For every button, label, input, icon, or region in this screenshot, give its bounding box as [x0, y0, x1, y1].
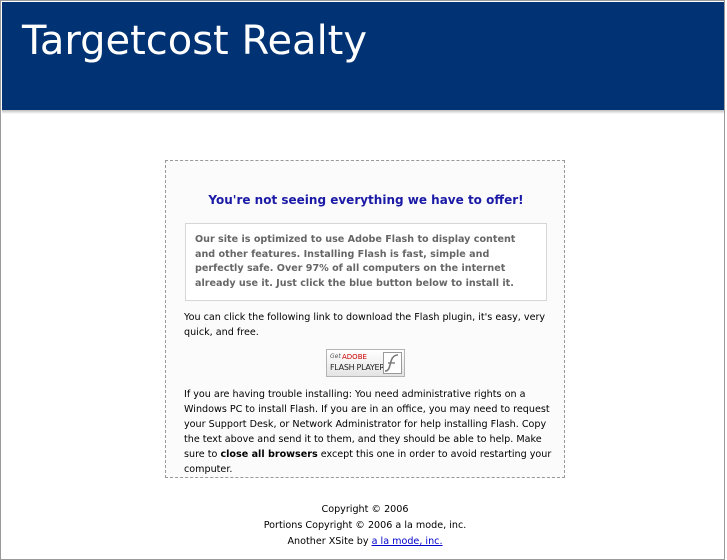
- flash-info-box: Our site is optimized to use Adobe Flash…: [185, 223, 547, 301]
- flash-badge-get-text: Get: [330, 353, 341, 360]
- copyright-text: Copyright © 2006: [321, 504, 409, 515]
- troubleshooting-text: If you are having trouble installing: Yo…: [184, 387, 556, 477]
- flash-badge-adobe-text: ADOBE: [342, 353, 367, 361]
- close-browsers-emphasis: close all browsers: [220, 449, 318, 460]
- site-title: Targetcost Realty: [22, 18, 368, 64]
- xsite-prefix: Another XSite by: [287, 536, 372, 547]
- header-divider: [2, 110, 724, 114]
- get-flash-player-button[interactable]: Get ADOBE FLASH PLAYER: [326, 349, 405, 377]
- flash-notice-box: You're not seeing everything we have to …: [165, 160, 565, 478]
- flash-logo-icon: [383, 352, 402, 374]
- download-instructions: You can click the following link to down…: [184, 312, 546, 338]
- flash-badge-player-text: FLASH PLAYER: [330, 363, 385, 372]
- notice-heading: You're not seeing everything we have to …: [208, 193, 524, 207]
- a-la-mode-link[interactable]: a la mode, inc.: [372, 536, 443, 547]
- flash-info-text: Our site is optimized to use Adobe Flash…: [195, 234, 516, 289]
- site-header: Targetcost Realty: [2, 2, 724, 110]
- portions-copyright-text: Portions Copyright © 2006 a la mode, inc…: [263, 520, 467, 531]
- page-footer: Copyright © 2006 Portions Copyright © 20…: [165, 502, 565, 550]
- xsite-credit: Another XSite by a la mode, inc.: [165, 534, 565, 550]
